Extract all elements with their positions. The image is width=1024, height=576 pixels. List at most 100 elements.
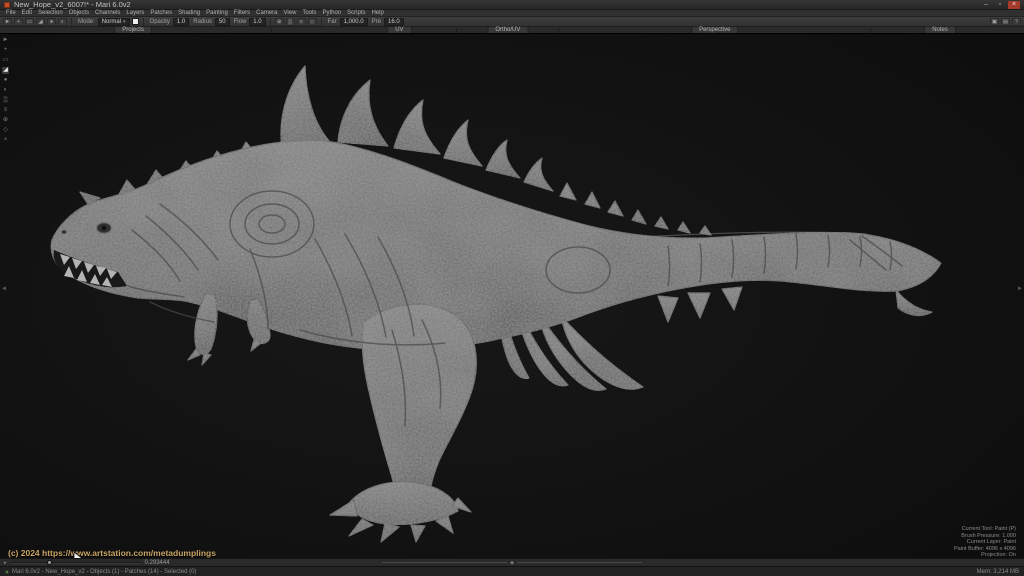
toolbar-separator bbox=[71, 17, 72, 26]
paint-tool-icon[interactable]: ◢ bbox=[36, 17, 45, 26]
timeline-slider[interactable] bbox=[10, 559, 141, 567]
viewport-canvas[interactable]: ► + ▭ ◢ ● ◐ ▒ ≡ ⊕ ◇ × ◄ ► Current Tool: … bbox=[0, 34, 1024, 558]
toolbar-separator bbox=[320, 17, 322, 26]
tool-eyedropper-icon[interactable]: × bbox=[4, 137, 8, 144]
panels-icon[interactable]: ▤ bbox=[1001, 17, 1010, 26]
menu-camera[interactable]: Camera bbox=[253, 10, 280, 17]
status-info-right: Mem: 3,214 MB bbox=[976, 568, 1019, 575]
viewport-tabbar: Projects UV Ortho/UV Perspective Notes bbox=[0, 26, 1024, 34]
far-field[interactable]: 1,000.0 bbox=[339, 17, 368, 26]
tab-uv[interactable]: UV bbox=[387, 26, 412, 33]
flow-label: Flow bbox=[233, 18, 247, 25]
tab-ortho-uv[interactable]: Ortho/UV bbox=[487, 26, 529, 33]
panel-collapse-right-icon[interactable]: ► bbox=[1017, 286, 1023, 292]
minimize-button[interactable]: – bbox=[980, 1, 992, 9]
menu-filters[interactable]: Filters bbox=[231, 10, 253, 17]
slider-handle[interactable] bbox=[46, 560, 52, 565]
help-icon[interactable]: ? bbox=[1012, 17, 1021, 26]
menu-file[interactable]: File bbox=[3, 10, 19, 17]
toolbar-separator bbox=[142, 17, 144, 26]
far-label: Far bbox=[327, 18, 337, 25]
tool-transform-icon[interactable]: + bbox=[4, 47, 8, 54]
status-info-left: Mari 6.0v2 - New_Hope_v2 - Objects (1) -… bbox=[12, 568, 197, 575]
slider-value: 0.293444 bbox=[144, 559, 170, 566]
blend-mode-value: Normal bbox=[101, 18, 122, 25]
tabbar-separator bbox=[455, 28, 457, 33]
menu-scripts[interactable]: Scripts bbox=[344, 10, 368, 17]
tabbar-separator bbox=[870, 28, 872, 33]
menu-help[interactable]: Help bbox=[368, 10, 386, 17]
radius-label: Radius bbox=[193, 18, 212, 25]
splitter-ornament[interactable]: ◆ bbox=[382, 559, 643, 566]
tool-marquee-icon[interactable]: ▭ bbox=[3, 57, 9, 64]
tool-paint-icon[interactable]: ◢ bbox=[2, 67, 9, 74]
tool-gradient-icon[interactable]: ▒ bbox=[3, 97, 7, 104]
tool-vector-icon[interactable]: ◇ bbox=[3, 127, 8, 134]
tabbar-separator bbox=[271, 28, 273, 33]
menu-objects[interactable]: Objects bbox=[66, 10, 92, 17]
mask-icon[interactable]: ▒ bbox=[285, 17, 295, 26]
tab-projects[interactable]: Projects bbox=[114, 26, 152, 33]
opacity-label: Opacity bbox=[149, 18, 170, 25]
chevron-down-icon: ▾ bbox=[123, 18, 126, 25]
paint-color-swatch[interactable] bbox=[131, 18, 139, 25]
mirror-icon[interactable]: ◇ bbox=[307, 17, 317, 26]
layers-icon[interactable]: ≡ bbox=[296, 17, 306, 26]
fullscreen-icon[interactable]: ▣ bbox=[990, 17, 999, 26]
status-bar: Mari 6.0v2 - New_Hope_v2 - Objects (1) -… bbox=[0, 566, 1024, 576]
flow-field[interactable]: 1.0 bbox=[249, 17, 266, 26]
transform-tool-icon[interactable]: + bbox=[14, 17, 23, 26]
watermark-text: (c) 2024 https://www.artstation.com/meta… bbox=[8, 548, 216, 558]
menu-painting[interactable]: Painting bbox=[203, 10, 231, 17]
tool-blur-icon[interactable]: ⊕ bbox=[3, 117, 8, 124]
hud-stats-block: Current Tool: Paint (P) Brush Pressure: … bbox=[896, 526, 1016, 558]
mari-app-icon bbox=[4, 1, 10, 8]
blend-mode-dropdown[interactable]: Normal ▾ bbox=[97, 17, 130, 26]
tool-eraser-icon[interactable]: ● bbox=[4, 77, 8, 84]
titlebar[interactable]: New_Hope_v2_6007!* - Mari 6.0v2 – ▫ × bbox=[0, 0, 1024, 10]
pre-label: Pre bbox=[371, 18, 381, 25]
maximize-button[interactable]: ▫ bbox=[994, 1, 1006, 9]
splitter-diamond-icon: ◆ bbox=[510, 559, 514, 566]
window-title: New_Hope_v2_6007!* - Mari 6.0v2 bbox=[14, 0, 131, 9]
mode-label: Mode: bbox=[78, 18, 95, 25]
opacity-field[interactable]: 1.0 bbox=[172, 17, 190, 26]
tab-notes[interactable]: Notes bbox=[924, 26, 956, 33]
radius-field[interactable]: 50 bbox=[214, 17, 230, 26]
tools-palette: ► + ▭ ◢ ● ◐ ▒ ≡ ⊕ ◇ × bbox=[0, 37, 11, 144]
tool-clone-icon[interactable]: ◐ bbox=[4, 87, 8, 94]
tab-perspective[interactable]: Perspective bbox=[691, 26, 739, 33]
menu-shading[interactable]: Shading bbox=[175, 10, 203, 17]
menu-python[interactable]: Python bbox=[319, 10, 344, 17]
menu-selection[interactable]: Selection bbox=[35, 10, 66, 17]
blur-tool-icon[interactable]: ◐ bbox=[58, 17, 67, 26]
projection-icon[interactable]: ⊕ bbox=[274, 17, 284, 26]
eraser-tool-icon[interactable]: ● bbox=[47, 17, 56, 26]
close-button[interactable]: × bbox=[1008, 0, 1020, 9]
status-left-group: Mari 6.0v2 - New_Hope_v2 - Objects (1) -… bbox=[5, 569, 196, 575]
status-indicator-dot bbox=[5, 569, 9, 574]
tool-smear-icon[interactable]: ≡ bbox=[4, 107, 8, 114]
menu-edit[interactable]: Edit bbox=[19, 10, 35, 17]
marquee-tool-icon[interactable]: ▭ bbox=[25, 17, 34, 26]
mari-window: New_Hope_v2_6007!* - Mari 6.0v2 – ▫ × Fi… bbox=[0, 0, 1024, 576]
splitter-line bbox=[516, 562, 643, 563]
panel-collapse-left-icon[interactable]: ◄ bbox=[1, 286, 7, 292]
menu-layers[interactable]: Layers bbox=[123, 10, 147, 17]
tabbar-separator bbox=[558, 28, 560, 33]
slider-track bbox=[10, 561, 141, 564]
menu-tools[interactable]: Tools bbox=[299, 10, 319, 17]
pointer-tool-icon[interactable]: ► bbox=[3, 17, 12, 26]
tool-pointer-icon[interactable]: ► bbox=[3, 37, 9, 44]
menu-view[interactable]: View bbox=[281, 10, 300, 17]
creature-3d-model bbox=[0, 34, 1024, 558]
window-controls: – ▫ × bbox=[980, 0, 1020, 9]
menu-patches[interactable]: Patches bbox=[147, 10, 175, 17]
play-icon[interactable]: ▸ bbox=[4, 559, 7, 567]
toolbar-separator bbox=[269, 17, 271, 26]
viewport-footer-bar: ▸ 0.293444 ◆ bbox=[0, 558, 1024, 566]
splitter-line bbox=[382, 562, 508, 563]
pre-field[interactable]: 16.0 bbox=[384, 17, 404, 26]
menubar: File Edit Selection Objects Channels Lay… bbox=[0, 10, 1024, 17]
menu-channels[interactable]: Channels bbox=[92, 10, 123, 17]
